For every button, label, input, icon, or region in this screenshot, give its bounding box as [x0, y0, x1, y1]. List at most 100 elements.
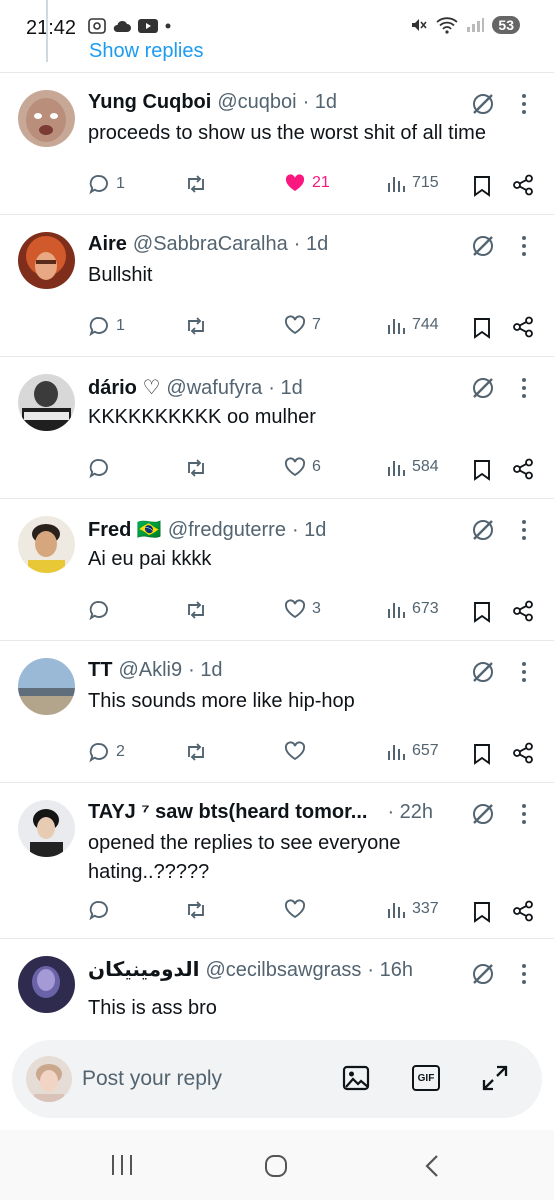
bookmark-icon[interactable] — [473, 901, 491, 923]
views-button[interactable]: 657 — [386, 741, 439, 761]
share-icon[interactable] — [512, 742, 534, 764]
share-icon[interactable] — [512, 458, 534, 480]
like-button[interactable]: 6 — [284, 457, 321, 477]
avatar[interactable] — [18, 374, 75, 431]
bookmark-icon[interactable] — [473, 175, 491, 197]
tweet[interactable]: TT @Akli9 · 1d This sounds more like hip… — [0, 640, 554, 782]
like-button[interactable]: 3 — [284, 599, 321, 619]
timestamp: · 1d — [302, 91, 338, 113]
views-button[interactable]: 584 — [386, 457, 439, 477]
avatar[interactable] — [18, 800, 75, 857]
like-button[interactable] — [284, 741, 312, 761]
views-button[interactable]: 744 — [386, 315, 439, 335]
tweet[interactable]: Fred 🇧🇷 @fredguterre · 1d Ai eu pai kkkk… — [0, 498, 554, 640]
handle[interactable]: @Akli9 — [118, 659, 182, 682]
gif-icon[interactable]: GIF — [412, 1065, 440, 1091]
more-options-icon[interactable] — [520, 93, 528, 115]
reply-feed: Yung Cuqboi @cuqboi · 1d proceeds to sho… — [0, 72, 554, 1048]
recent-apps-icon[interactable] — [110, 1154, 134, 1176]
reply-button[interactable] — [88, 899, 116, 921]
more-options-icon[interactable] — [520, 963, 528, 985]
share-icon[interactable] — [512, 174, 534, 196]
grok-icon[interactable] — [470, 961, 496, 987]
avatar[interactable] — [18, 232, 75, 289]
handle[interactable]: @fredguterre — [168, 519, 286, 542]
reply-button[interactable]: 1 — [88, 315, 125, 337]
repost-icon — [188, 459, 204, 477]
views-button[interactable]: 673 — [386, 599, 439, 619]
display-name[interactable]: TAYJ ⁷ saw bts(heard tomor... — [88, 801, 367, 824]
views-icon — [388, 603, 405, 618]
repost-button[interactable] — [184, 741, 214, 763]
grok-icon[interactable] — [470, 659, 496, 685]
timestamp: · 22h — [387, 801, 434, 823]
avatar[interactable] — [18, 516, 75, 573]
share-icon[interactable] — [512, 316, 534, 338]
display-name[interactable]: TT — [88, 659, 112, 682]
youtube-icon — [138, 19, 158, 33]
repost-button[interactable] — [184, 315, 214, 337]
handle[interactable]: @SabbraCaralha — [133, 233, 288, 256]
like-count: 6 — [312, 458, 321, 475]
views-button[interactable]: 715 — [386, 173, 439, 193]
grok-icon[interactable] — [470, 91, 496, 117]
timestamp: · 1d — [291, 519, 327, 541]
grok-icon[interactable] — [470, 233, 496, 259]
avatar[interactable] — [18, 90, 75, 147]
more-options-icon[interactable] — [520, 377, 528, 399]
repost-button[interactable] — [184, 173, 214, 195]
reply-icon — [89, 601, 108, 621]
status-notification-icons — [88, 18, 172, 34]
image-icon[interactable] — [342, 1064, 370, 1092]
avatar[interactable] — [18, 956, 75, 1013]
bookmark-icon[interactable] — [473, 459, 491, 481]
handle[interactable]: @cecilbsawgrass — [205, 959, 361, 982]
reply-button[interactable]: 1 — [88, 173, 125, 195]
bookmark-icon[interactable] — [473, 317, 491, 339]
show-replies-link[interactable]: Show replies — [89, 40, 204, 63]
more-options-icon[interactable] — [520, 235, 528, 257]
reply-icon — [89, 317, 108, 337]
tweet[interactable]: Yung Cuqboi @cuqboi · 1d proceeds to sho… — [0, 72, 554, 214]
repost-button[interactable] — [184, 599, 214, 621]
more-options-icon[interactable] — [520, 661, 528, 683]
tweet[interactable]: Aire @SabbraCaralha · 1d Bullshit 1 7 74… — [0, 214, 554, 356]
display-name[interactable]: dário ♡ — [88, 375, 160, 400]
grok-icon[interactable] — [470, 375, 496, 401]
tweet-actions: 1 7 744 — [88, 315, 538, 343]
more-options-icon[interactable] — [520, 803, 528, 825]
share-icon[interactable] — [512, 600, 534, 622]
grok-icon[interactable] — [470, 517, 496, 543]
grok-icon[interactable] — [470, 801, 496, 827]
display-name[interactable]: Yung Cuqboi — [88, 91, 211, 114]
tweet[interactable]: الدومينيكان @cecilbsawgrass · 16h This i… — [0, 938, 554, 1048]
display-name[interactable]: Fred 🇧🇷 — [88, 517, 162, 542]
avatar[interactable] — [18, 658, 75, 715]
more-options-icon[interactable] — [520, 519, 528, 541]
reply-button[interactable] — [88, 599, 116, 621]
like-button[interactable]: 21 — [284, 173, 330, 193]
views-button[interactable]: 337 — [386, 899, 439, 919]
like-button[interactable]: 7 — [284, 315, 321, 335]
like-button[interactable] — [284, 899, 312, 919]
reply-composer[interactable]: Post your reply GIF — [12, 1040, 542, 1118]
bookmark-icon[interactable] — [473, 601, 491, 623]
home-icon[interactable] — [264, 1154, 288, 1178]
tweet[interactable]: TAYJ ⁷ saw bts(heard tomor... · 22h open… — [0, 782, 554, 938]
back-icon[interactable] — [423, 1154, 441, 1178]
tweet[interactable]: dário ♡ @wafufyra · 1d KKKKKKKKKK oo mul… — [0, 356, 554, 498]
reply-button[interactable] — [88, 457, 116, 479]
reply-icon — [89, 743, 108, 763]
reply-button[interactable]: 2 — [88, 741, 125, 763]
display-name[interactable]: Aire — [88, 233, 127, 256]
bookmark-icon[interactable] — [473, 743, 491, 765]
reply-count: 1 — [116, 175, 125, 192]
repost-button[interactable] — [184, 457, 214, 479]
display-name[interactable]: الدومينيكان — [88, 957, 199, 982]
expand-icon[interactable] — [480, 1063, 510, 1093]
reply-input[interactable]: Post your reply — [82, 1067, 222, 1091]
handle[interactable]: @wafufyra — [166, 377, 262, 400]
share-icon[interactable] — [512, 900, 534, 922]
repost-button[interactable] — [184, 899, 214, 921]
handle[interactable]: @cuqboi — [217, 91, 296, 114]
